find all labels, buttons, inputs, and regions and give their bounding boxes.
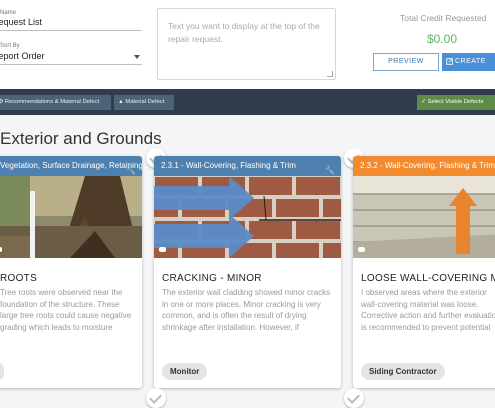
wrench-icon[interactable]: 🔧 [126,161,136,176]
card-title: CRACKING - MINOR [162,273,262,284]
defect-photo [154,176,341,258]
defect-photo [0,176,142,258]
preview-button[interactable]: PREVIEW [373,53,439,71]
card-tag[interactable]: Siding Contractor [361,363,445,380]
name-input[interactable]: Request List [0,17,142,31]
total-credit-label: Total Credit Requested [400,13,487,23]
check-icon[interactable] [146,388,166,408]
select-visible-defects-label: Select Visible Defects [427,99,484,105]
card-header: Vegetation, Surface Drainage, Retaining … [0,156,142,176]
material-defect-filter-button[interactable]: ▲ Material Defect [114,95,174,110]
card-header: 2.3.2 - Wall-Covering, Flashing & Trim [353,156,495,176]
check-icon[interactable] [344,388,364,408]
section-title: Exterior and Grounds [0,129,162,148]
total-credit-value: $0.00 [427,32,458,46]
card-tag[interactable]: Monitor [162,363,208,380]
sort-by-label: Sort By [0,43,20,49]
card-header: 2.3.1 - Wall-Covering, Flashing & Trim 🔧 [154,156,341,176]
recommendations-filter-label: Recommendations & Material Defect [4,99,100,105]
create-button[interactable]: CREATE [442,53,495,71]
card-header-label: Vegetation, Surface Drainage, Retaining [0,161,142,170]
select-visible-defects-button[interactable]: ✓ Select Visible Defects [417,95,495,110]
card-header-label: 2.3.2 - Wall-Covering, Flashing & Trim [360,161,495,170]
create-label: CREATE [455,58,486,65]
defect-card[interactable]: 2.3.2 - Wall-Covering, Flashing & Trim L… [353,156,495,388]
card-title: ROOTS [0,273,38,284]
comment-icon[interactable] [159,247,166,252]
sort-by-select[interactable]: Report Order [0,51,142,65]
recommendations-filter-button[interactable]: ⚙ Recommendations & Material Defect [0,95,111,110]
header-text-textarea[interactable]: Text you want to display at the top of t… [157,8,336,80]
material-defect-filter-label: Material Defect [125,99,165,105]
card-description: The exterior wall cladding showed minor … [162,288,331,332]
defect-card[interactable]: 2.3.1 - Wall-Covering, Flashing & Trim 🔧… [154,156,341,388]
card-description: I observed areas where the exterior wall… [361,288,495,335]
comment-icon[interactable] [358,247,365,252]
card-header-label: 2.3.1 - Wall-Covering, Flashing & Trim [161,161,296,170]
defect-card[interactable]: Vegetation, Surface Drainage, Retaining … [0,156,142,388]
filter-toolbar: ⚙ Recommendations & Material Defect ▲ Ma… [0,89,495,115]
edit-icon [446,58,453,65]
wrench-icon[interactable]: 🔧 [325,161,335,176]
repair-request-form: Name Request List Sort By Report Order T… [0,0,495,90]
sort-by-value: Report Order [0,51,45,61]
card-title: LOOSE WALL-COVERING MATERIAL [361,273,495,284]
chevron-down-icon [134,55,140,59]
card-tag[interactable] [0,363,4,380]
defect-photo [353,176,495,258]
card-description: Tree roots were observed near the founda… [0,288,132,335]
name-label: Name [0,10,17,16]
